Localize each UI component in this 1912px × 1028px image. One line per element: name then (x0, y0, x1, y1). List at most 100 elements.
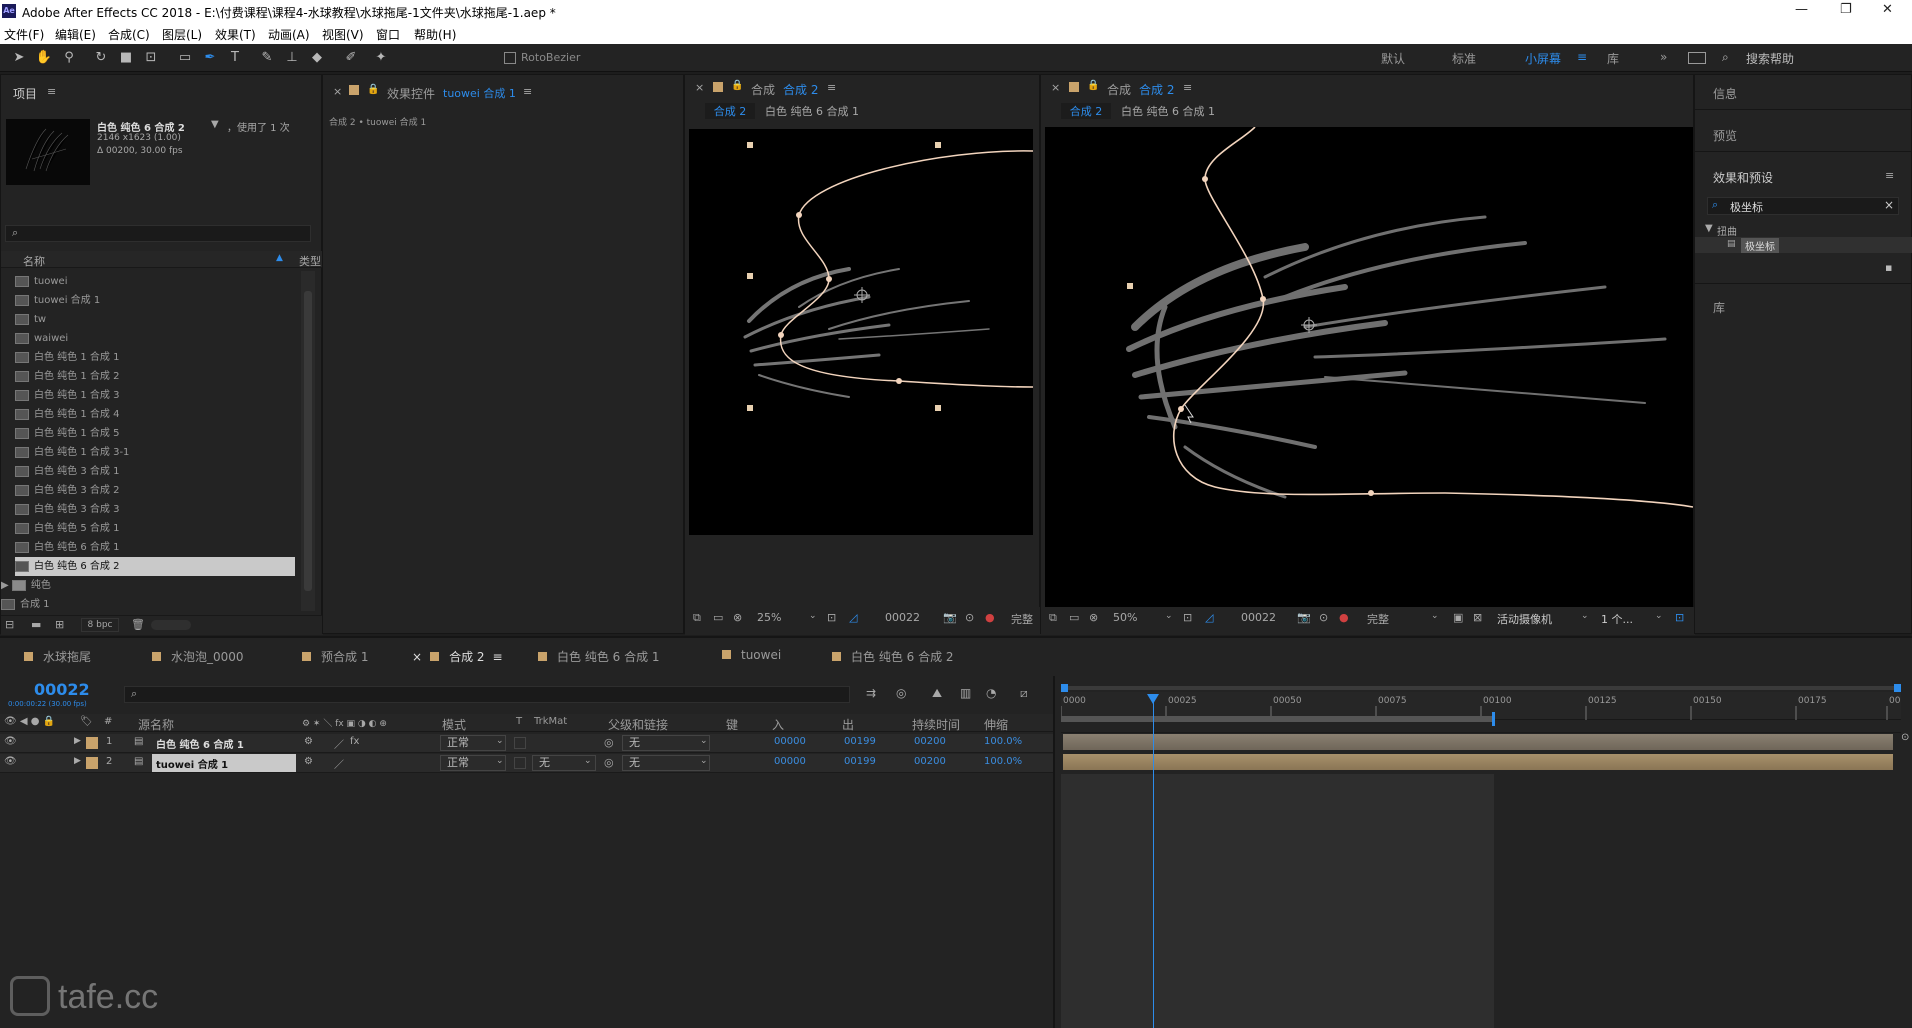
visibility-eye-icon[interactable]: 👁 (4, 756, 17, 767)
close-tab-icon[interactable]: × (1051, 81, 1060, 94)
label-color-swatch[interactable] (86, 737, 98, 749)
transparency-grid-icon[interactable]: ⊠ (1473, 611, 1482, 624)
camera-view-select[interactable]: 活动摄像机 (1497, 611, 1552, 627)
monitor-icon[interactable]: ▭ (713, 611, 723, 624)
fx-switch-icon[interactable]: fx (350, 736, 359, 747)
comp-nav-next[interactable]: 白色 纯色 6 合成 1 (765, 103, 859, 119)
menu-view[interactable]: 视图(V) (322, 26, 364, 43)
project-item[interactable]: 白色 纯色 1 合成 2 (15, 367, 295, 386)
navigator-start-handle[interactable] (1061, 684, 1068, 692)
eraser-tool-icon[interactable]: ◆ (308, 49, 326, 67)
panel-menu-icon[interactable]: ≡ (47, 85, 56, 98)
project-search-input[interactable]: ⌕ (5, 225, 311, 242)
trkmat-header[interactable]: TrkMat (534, 716, 567, 727)
comp-nav-next[interactable]: 白色 纯色 6 合成 1 (1121, 103, 1215, 119)
parent-header[interactable]: 父级和链接 (608, 716, 668, 733)
pick-whip-icon[interactable]: ◎ (604, 736, 614, 749)
expand-layer-icon[interactable]: ▶ (74, 736, 81, 746)
sync-settings-icon[interactable] (1688, 52, 1706, 64)
type-tool-icon[interactable]: T (226, 49, 244, 67)
project-item[interactable]: 白色 纯色 3 合成 3 (15, 500, 295, 519)
out-point[interactable]: 00199 (844, 756, 876, 767)
work-area-bar[interactable] (1061, 712, 1495, 726)
viewer-tab-comp[interactable]: 合成 2 (1139, 81, 1174, 98)
layer-bar-2[interactable] (1063, 754, 1893, 770)
effect-name[interactable]: 极坐标 (1741, 238, 1779, 253)
panel-menu-icon[interactable]: ≡ (1183, 81, 1192, 94)
menu-file[interactable]: 文件(F) (4, 26, 44, 43)
layer-row[interactable]: 👁 ▶ 1 ▤ 白色 纯色 6 合成 1 ⚙ ／ fx 正常 ⌄ ◎ 无 ⌄ 0… (0, 734, 1053, 753)
snapshot-icon[interactable]: 📷 (943, 611, 957, 624)
comp-canvas-right[interactable] (1045, 126, 1694, 607)
zoom-dropdown-icon[interactable]: ⌄ (809, 611, 817, 621)
work-area-end-handle[interactable] (1491, 712, 1495, 726)
lock-icon[interactable]: 🔒 (367, 84, 379, 95)
project-item[interactable]: 白色 纯色 6 合成 1 (15, 538, 295, 557)
workspace-library[interactable]: 库 (1607, 50, 1619, 67)
menu-edit[interactable]: 编辑(E) (55, 26, 96, 43)
comp-button-icon[interactable]: ⊙ (1901, 732, 1909, 743)
new-folder-icon[interactable]: ▬ (31, 618, 41, 631)
label-color-swatch[interactable] (86, 757, 98, 769)
project-item[interactable]: 合成 1 (1, 595, 281, 614)
source-name-header[interactable]: 源名称 (138, 716, 174, 733)
menu-effect[interactable]: 效果(T) (215, 26, 256, 43)
snapshot-icon[interactable]: 📷 (1297, 611, 1311, 624)
workspace-standard[interactable]: 标准 (1452, 50, 1476, 67)
channel-icon[interactable]: ● (985, 611, 995, 624)
fit-icon[interactable]: ⊡ (827, 611, 836, 624)
project-item[interactable]: 白色 纯色 1 合成 3 (15, 386, 295, 405)
view-layout-select[interactable]: 1 个... (1601, 611, 1633, 627)
more-workspaces-button[interactable]: » (1660, 50, 1667, 64)
in-header[interactable]: 入 (772, 716, 784, 733)
preserve-transparency-checkbox[interactable] (514, 737, 526, 749)
bit-depth-button[interactable]: 8 bpc (81, 618, 119, 632)
navigator-end-handle[interactable] (1894, 684, 1901, 692)
menu-layer[interactable]: 图层(L) (162, 26, 202, 43)
clear-search-icon[interactable]: × (1884, 198, 1894, 212)
workspace-small-screen[interactable]: 小屏幕 (1525, 50, 1561, 67)
project-item[interactable]: tuowei 合成 1 (15, 291, 295, 310)
graph-editor-icon[interactable]: ⧄ (1020, 686, 1028, 701)
duration-header[interactable]: 持续时间 (912, 716, 960, 733)
menu-animation[interactable]: 动画(A) (268, 26, 310, 43)
pan-behind-tool-icon[interactable]: ⊡ (142, 49, 160, 67)
zoom-tool-icon[interactable]: ⚲ (60, 49, 78, 67)
effect-controls-tab-layer[interactable]: tuowei 合成 1 (443, 85, 516, 101)
viewer-timecode[interactable]: 00022 (885, 611, 920, 624)
panel-menu-icon[interactable]: ≡ (493, 650, 503, 664)
preview-toggle-icon[interactable]: ⧉ (693, 611, 701, 625)
time-navigator[interactable] (1061, 684, 1901, 692)
duration-value[interactable]: 00200 (914, 736, 946, 747)
timeline-search-input[interactable]: ⌕ (124, 686, 850, 703)
parent-select[interactable]: 无 (622, 735, 710, 751)
region-of-interest-icon[interactable]: ▣ (1453, 611, 1463, 624)
shy-switch-icon[interactable]: ⚙ (304, 736, 313, 747)
effects-search-input[interactable]: ⌕ 极坐标 × (1707, 197, 1899, 215)
effect-category[interactable]: 扭曲 (1717, 223, 1737, 238)
clone-stamp-tool-icon[interactable]: ⊥ (283, 49, 301, 67)
close-button[interactable]: ✕ (1882, 2, 1893, 17)
viewer-tab-comp[interactable]: 合成 2 (783, 81, 818, 98)
layer-name[interactable]: 白色 纯色 6 合成 1 (156, 736, 244, 751)
project-item[interactable]: tuowei (15, 272, 295, 291)
show-snapshot-icon[interactable]: ⊙ (1319, 611, 1328, 624)
new-preset-icon[interactable]: ▪ (1885, 261, 1892, 274)
playhead-handle[interactable] (1147, 694, 1160, 704)
project-item[interactable]: waiwei (15, 329, 295, 348)
timeline-tab[interactable]: tuowei (722, 648, 781, 662)
camera-dropdown-icon[interactable]: ⌄ (1581, 611, 1589, 621)
panel-menu-icon[interactable]: ≡ (827, 81, 836, 94)
interpret-footage-icon[interactable]: ⊟ (5, 618, 14, 631)
quality-switch-icon[interactable]: ／ (334, 736, 344, 751)
timeline-tab[interactable]: 白色 纯色 6 合成 2 (832, 648, 954, 665)
current-timecode[interactable]: 00022 (34, 680, 90, 699)
mode-header[interactable]: 模式 (442, 716, 466, 733)
search-help-field[interactable]: 搜索帮助 (1746, 50, 1794, 67)
timeline-tab[interactable]: 水球拖尾 (24, 648, 91, 665)
layout-dropdown-icon[interactable]: ⌄ (1655, 611, 1663, 621)
frame-blending-icon[interactable]: ▥ (960, 686, 971, 700)
project-item[interactable]: 白色 纯色 1 合成 1 (15, 348, 295, 367)
viewer-tab-label[interactable]: 合成 (751, 81, 775, 98)
parent-select[interactable]: 无 (622, 755, 710, 771)
